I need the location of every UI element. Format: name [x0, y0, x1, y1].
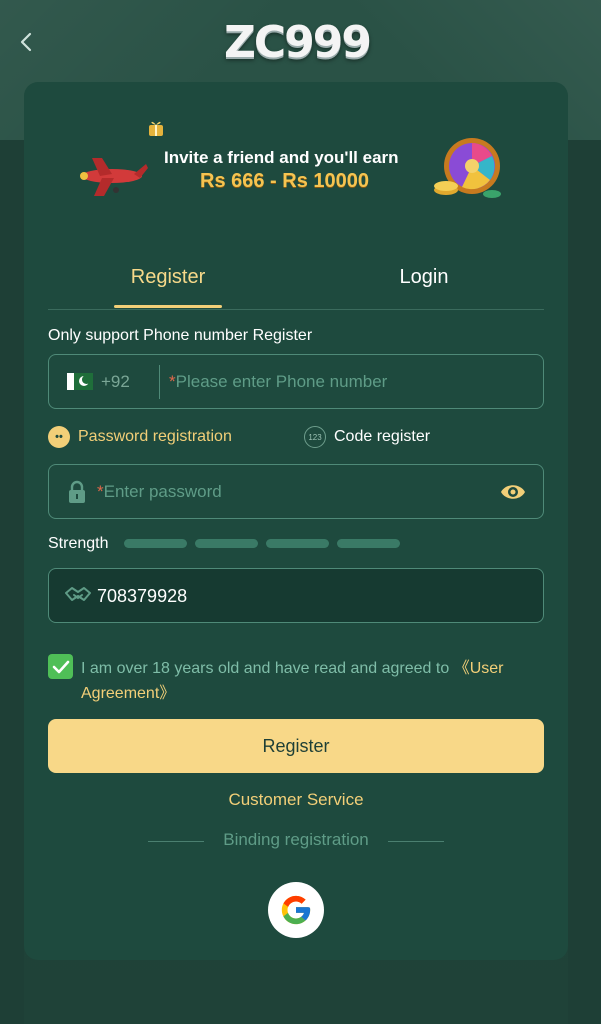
- register-hint: Only support Phone number Register: [48, 327, 313, 344]
- password-field[interactable]: *Enter password: [48, 464, 544, 519]
- code-register-label: Code register: [334, 428, 431, 445]
- tab-login[interactable]: Login: [374, 266, 474, 289]
- auth-tabs: Register Login: [48, 258, 544, 310]
- chevron-left-icon: [20, 32, 32, 52]
- side-stripe-right: [568, 140, 601, 1024]
- strength-label: Strength: [48, 535, 109, 552]
- password-placeholder-text: Enter password: [103, 482, 222, 501]
- password-placeholder[interactable]: *Enter password: [97, 482, 222, 502]
- code-register-option[interactable]: 123 Code register: [304, 426, 430, 448]
- binding-registration-divider: Binding registration: [148, 830, 444, 852]
- promo-banner[interactable]: Invite a friend and you'll earn Rs 666 -…: [72, 112, 512, 212]
- tab-register[interactable]: Register: [114, 266, 222, 289]
- invite-code-value[interactable]: 708379928: [97, 586, 187, 607]
- required-mark: *: [97, 482, 104, 501]
- code-badge-icon: 123: [304, 426, 326, 448]
- back-button[interactable]: [14, 28, 38, 56]
- agreement-text: I am over 18 years old and have read and…: [81, 656, 551, 706]
- password-dots-icon: ••: [48, 426, 70, 448]
- airplane-icon: [80, 158, 148, 196]
- register-button[interactable]: Register: [48, 719, 544, 773]
- agreement-statement: I am over 18 years old and have read and…: [81, 660, 454, 677]
- spin-wheel-icon: [434, 138, 501, 198]
- strength-bar: [337, 539, 400, 548]
- phone-field[interactable]: +92 *Please enter Phone number: [48, 354, 544, 409]
- app-logo: ZC999: [223, 16, 372, 68]
- register-card: [24, 82, 568, 960]
- divider-line-right: [388, 841, 444, 842]
- field-divider: [159, 365, 160, 399]
- required-mark: *: [169, 372, 176, 391]
- banner-line1: Invite a friend and you'll earn: [164, 148, 399, 167]
- gift-icon: [149, 121, 163, 136]
- banner-line2: Rs 666 - Rs 10000: [200, 170, 370, 192]
- google-icon: [281, 895, 311, 925]
- phone-placeholder[interactable]: *Please enter Phone number: [169, 372, 387, 392]
- pakistan-flag-icon: [67, 373, 93, 390]
- eye-icon[interactable]: [499, 481, 527, 503]
- handshake-icon: [65, 587, 91, 601]
- lock-icon: [69, 480, 85, 503]
- checkmark-icon: [52, 660, 69, 673]
- agreement-checkbox[interactable]: [48, 654, 73, 679]
- customer-service-link[interactable]: Customer Service: [0, 790, 592, 810]
- country-code[interactable]: +92: [101, 372, 130, 392]
- strength-bar: [124, 539, 187, 548]
- side-stripe-left: [0, 140, 24, 1024]
- phone-placeholder-text: Please enter Phone number: [175, 372, 388, 391]
- password-registration-label: Password registration: [78, 428, 232, 445]
- binding-registration-label: Binding registration: [223, 830, 369, 849]
- password-registration-option[interactable]: •• Password registration: [48, 426, 232, 448]
- strength-bar: [195, 539, 258, 548]
- strength-bar: [266, 539, 329, 548]
- active-tab-indicator: [114, 305, 222, 308]
- invite-code-field[interactable]: 708379928: [48, 568, 544, 623]
- google-login-button[interactable]: [268, 882, 324, 938]
